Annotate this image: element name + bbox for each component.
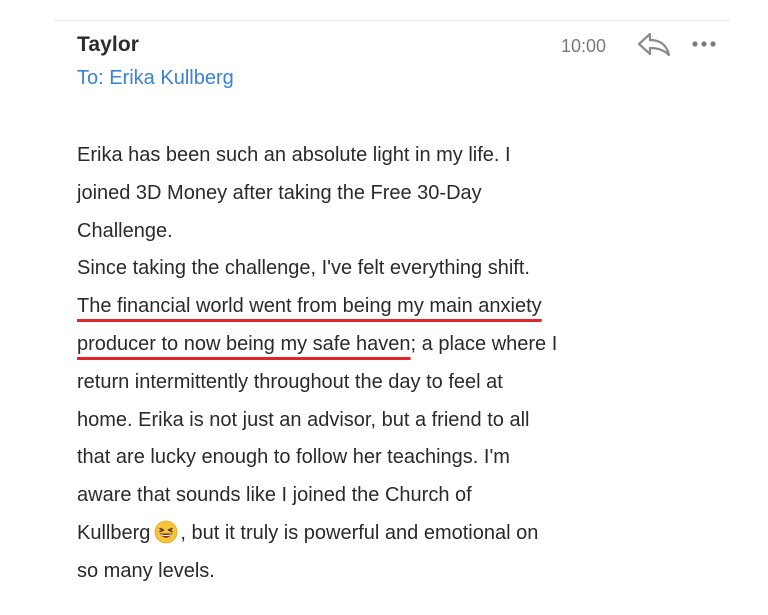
recipient-link[interactable]: To: Erika Kullberg bbox=[77, 67, 234, 90]
body-line: Erika has been such an absolute light in… bbox=[77, 144, 511, 166]
body-line: home. Erika is not just an advisor, but … bbox=[77, 408, 530, 431]
body-line: so many levels. bbox=[77, 559, 215, 582]
body-line: Since taking the challenge, I've felt ev… bbox=[77, 257, 530, 280]
highlighted-text: producer to now being my safe haven bbox=[77, 332, 411, 355]
highlighted-text: The financial world went from being my m… bbox=[77, 295, 542, 318]
message-time: 10:00 bbox=[561, 36, 607, 56]
body-line: return intermittently throughout the day… bbox=[77, 370, 503, 393]
body-text-segment: Kullberg bbox=[77, 521, 151, 544]
email-message: Taylor To: Erika Kullberg 10:00 Erika ha… bbox=[54, 20, 730, 615]
reply-icon[interactable] bbox=[636, 30, 672, 58]
body-line: Kullberg , but it truly is powerful and … bbox=[77, 515, 717, 553]
body-line: Challenge. bbox=[77, 219, 173, 242]
body-line: aware that sounds like I joined the Chur… bbox=[77, 484, 472, 507]
sender-name: Taylor bbox=[77, 33, 140, 56]
body-text-segment: ; a place where I bbox=[410, 332, 558, 355]
body-text-segment: , but it truly is powerful and emotional… bbox=[180, 521, 539, 544]
more-options-icon[interactable] bbox=[690, 34, 718, 54]
grinning-squinting-face-emoji-icon bbox=[154, 520, 178, 544]
body-line-highlighted: The financial world went from being my m… bbox=[77, 288, 717, 326]
body-line-highlighted: producer to now being my safe haven; a p… bbox=[77, 326, 717, 364]
body-line: joined 3D Money after taking the Free 30… bbox=[77, 181, 482, 204]
body-line: that are lucky enough to follow her teac… bbox=[77, 446, 510, 469]
message-body: Erika has been such an absolute light in… bbox=[77, 137, 717, 591]
